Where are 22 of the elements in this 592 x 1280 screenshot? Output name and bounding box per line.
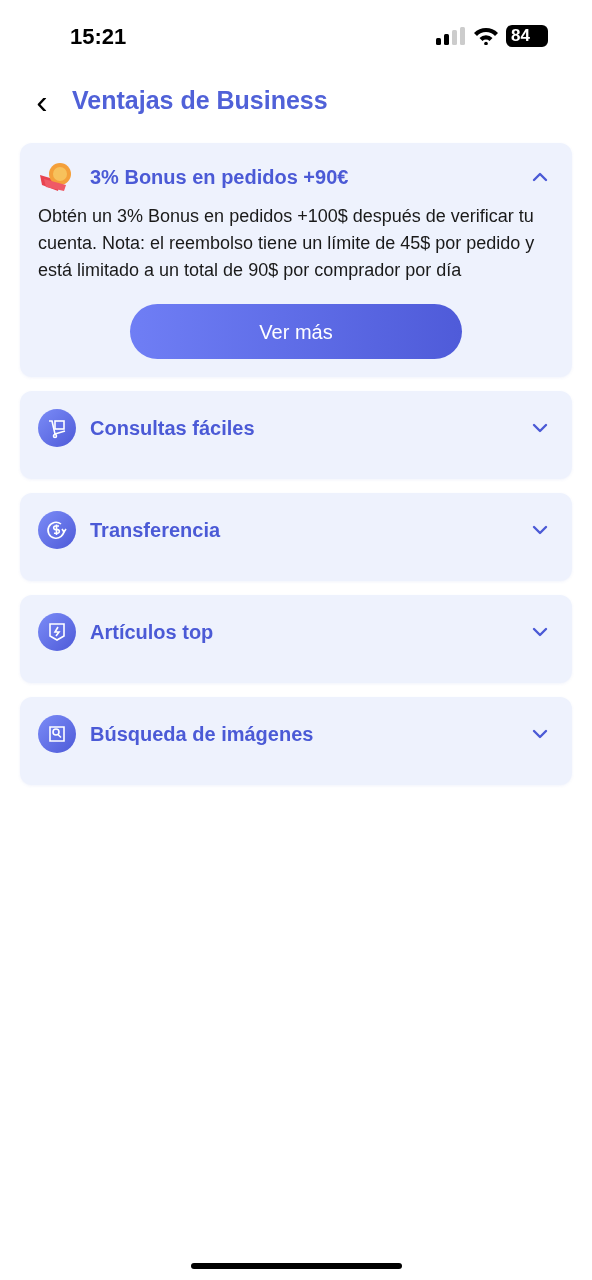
wifi-icon [473, 27, 499, 45]
signal-icon [436, 27, 466, 45]
chevron-up-icon[interactable] [532, 172, 548, 182]
shield-icon [38, 613, 76, 651]
chevron-down-icon[interactable] [532, 525, 548, 535]
chevron-down-icon[interactable] [532, 627, 548, 637]
battery-indicator: 84 [506, 25, 548, 47]
benefit-title[interactable]: Artículos top [90, 617, 518, 647]
benefit-title[interactable]: Consultas fáciles [90, 413, 518, 443]
benefit-title[interactable]: Transferencia [90, 515, 518, 545]
benefit-title[interactable]: Búsqueda de imágenes [90, 719, 518, 749]
chevron-down-icon[interactable] [532, 423, 548, 433]
back-button[interactable]: ‹ [32, 84, 52, 118]
image-search-icon [38, 715, 76, 753]
dollar-transfer-icon [38, 511, 76, 549]
see-more-button[interactable]: Ver más [130, 304, 462, 359]
benefit-description: Obtén un 3% Bonus en pedidos +100$ después de verificar tu cuenta. Nota: el reembolso tiene un límite de 45$ por pedido y está limitado a un total de 90$ por comprador por día [38, 205, 536, 282]
chevron-down-icon[interactable] [532, 729, 548, 739]
benefit-title[interactable]: 3% Bonus en pedidos +90€ [90, 162, 518, 192]
page-title: Ventajas de Business [72, 85, 328, 117]
cart-icon [38, 409, 76, 447]
status-time: 15:21 [70, 22, 127, 51]
